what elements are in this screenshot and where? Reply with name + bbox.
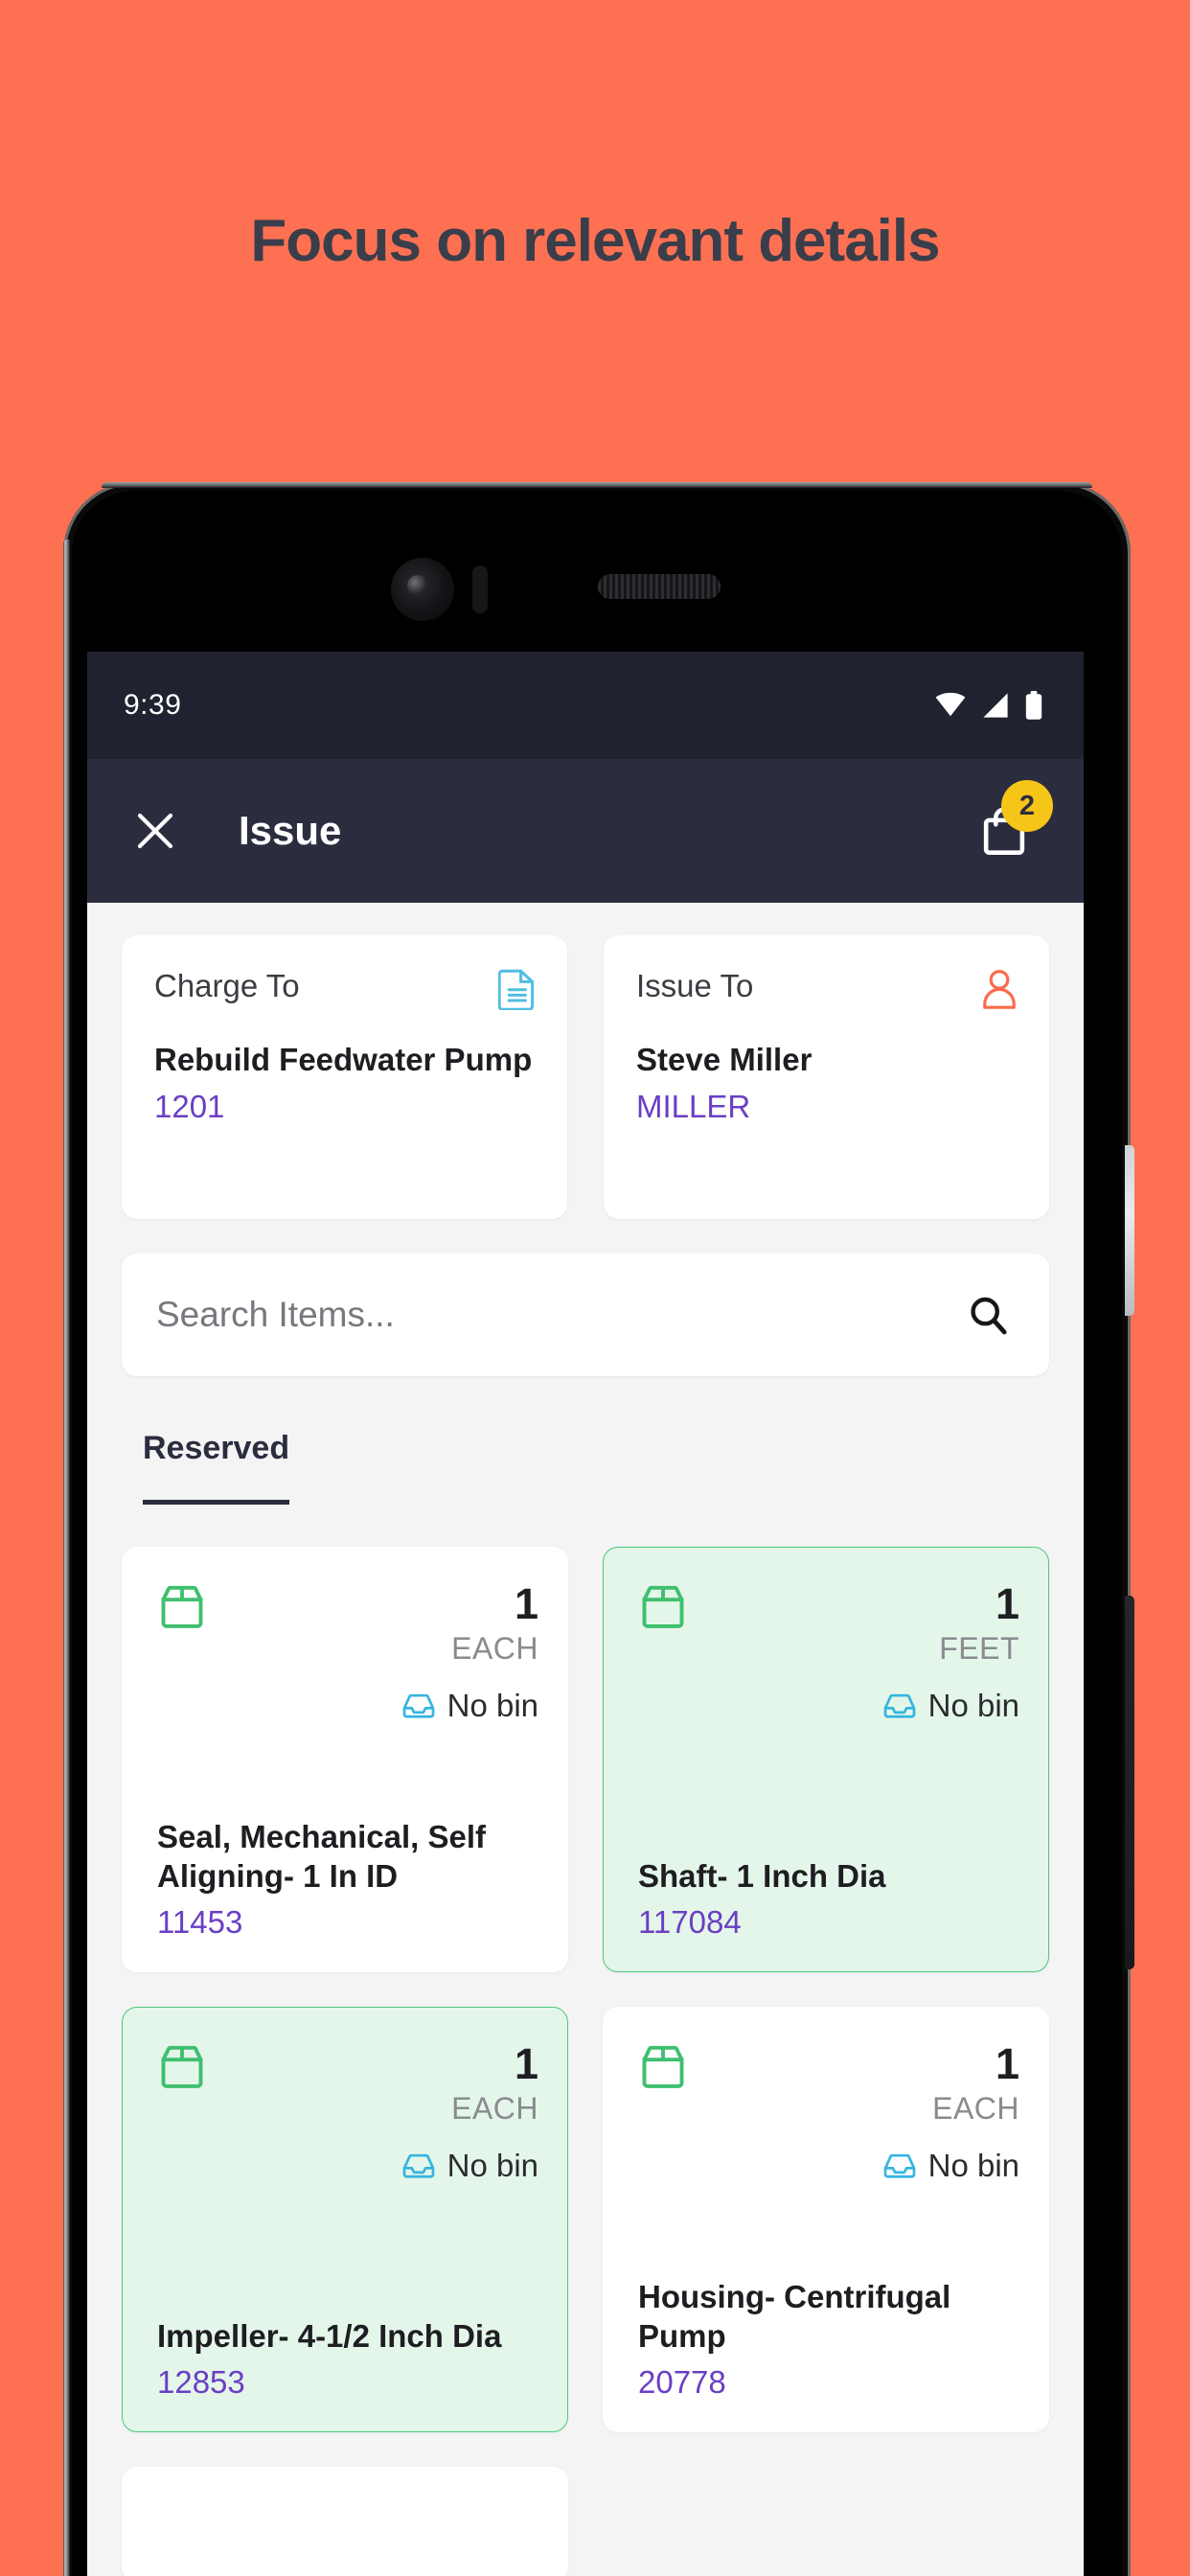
box-icon [161,2045,203,2088]
item-card-header: 1 EACH [157,2042,538,2127]
cart-badge: 2 [1001,780,1053,832]
item-card-header: 1 EACH [157,1582,538,1667]
bin-icon [883,2153,915,2178]
page-title: Focus on relevant details [250,208,940,274]
issue-to-name: Steve Miller [636,1042,812,1077]
item-card[interactable]: 1 FEET No bin Shaft- 1 Inch Dia 117084 [603,1547,1049,1972]
camera-sensor-icon [472,565,488,613]
issue-to-header: Issue To [636,968,1018,1010]
app-bar-title: Issue [239,808,342,853]
screen-content: Charge To Rebuild Feedwater Pump 1201 Is… [87,903,1084,2576]
box-icon [642,1585,684,1628]
charge-to-label: Charge To [154,968,300,1003]
bin-icon [402,2153,434,2178]
charge-to-code: 1201 [154,1089,225,1125]
item-quantity-block: 1 EACH [451,2042,538,2127]
item-quantity-block: 1 EACH [932,2042,1019,2127]
cellular-signal-icon [983,693,1008,718]
item-grid: 1 EACH No bin Seal, Mechanical, Self Ali… [122,1547,1049,2576]
item-spacer [638,1724,1019,1857]
item-name: Impeller- 4-1/2 Inch Dia [157,2318,502,2355]
item-quantity: 1 [995,1579,1019,1628]
document-icon [498,969,535,1010]
battery-icon [1025,691,1042,720]
phone-top-edge [102,482,1092,488]
issue-to-label: Issue To [636,968,754,1003]
phone-screen: 9:39 Issue 2 Charge To Rebuild Feedwater… [87,652,1084,2576]
item-bin-row: No bin [638,2148,1019,2184]
item-name: Shaft- 1 Inch Dia [638,1858,886,1895]
item-bin-row: No bin [638,1688,1019,1724]
close-icon [137,813,173,849]
item-bin-label: No bin [446,1688,538,1723]
item-code: 12853 [157,2364,245,2400]
item-quantity: 1 [995,2039,1019,2088]
item-name: Housing- Centrifugal Pump [638,2279,951,2355]
app-bar: Issue 2 [87,759,1084,903]
phone-power-button[interactable] [1125,1145,1134,1316]
search-icon[interactable] [965,1292,1011,1338]
camera-lens-icon [407,575,428,596]
status-time: 9:39 [124,689,182,721]
tab-reserved[interactable]: Reserved [143,1430,290,1505]
item-card-header: 1 FEET [638,1582,1019,1667]
earpiece-speaker [598,574,721,599]
item-bin-row: No bin [157,1688,538,1724]
item-uom: EACH [451,2091,538,2126]
item-card[interactable]: 1 EACH No bin Seal, Mechanical, Self Ali… [122,1547,568,1972]
item-bin-label: No bin [927,2148,1019,2183]
item-uom: EACH [932,2091,1019,2126]
phone-bezel: 9:39 Issue 2 Charge To Rebuild Feedwater… [72,491,1122,2576]
charge-to-card[interactable]: Charge To Rebuild Feedwater Pump 1201 [122,935,567,1219]
tab-bar: Reserved [122,1430,1049,1505]
charge-to-header: Charge To [154,968,537,1010]
phone-left-edge [63,540,70,2576]
close-button[interactable] [124,799,187,862]
bin-icon [402,1693,434,1718]
search-bar[interactable] [122,1254,1049,1376]
item-spacer [157,1724,538,1818]
item-quantity: 1 [514,2039,538,2088]
item-bin-label: No bin [446,2148,538,2183]
info-card-row: Charge To Rebuild Feedwater Pump 1201 Is… [122,903,1049,1219]
item-uom: EACH [451,1631,538,1666]
item-quantity-block: 1 FEET [939,1582,1019,1667]
item-spacer [157,2184,538,2317]
item-card[interactable]: 1 EACH No bin Housing- Centrifugal Pump … [603,2007,1049,2432]
phone-volume-button[interactable] [1125,1596,1134,1969]
item-name: Seal, Mechanical, Self Aligning- 1 In ID [157,1819,486,1895]
item-bin-label: No bin [927,1688,1019,1723]
item-quantity: 1 [514,1579,538,1628]
box-icon [642,2045,684,2088]
search-input[interactable] [156,1295,965,1335]
wifi-icon [935,692,966,717]
person-icon [983,969,1016,1009]
item-code: 117084 [638,1904,742,1940]
bin-icon [883,1693,915,1718]
item-card[interactable]: 1 EACH No bin Impeller- 4-1/2 Inch Dia 1… [122,2007,568,2432]
item-bin-row: No bin [157,2148,538,2184]
item-uom: FEET [939,1631,1019,1666]
box-icon [161,1585,203,1628]
item-card-header: 1 EACH [638,2042,1019,2127]
status-bar: 9:39 [87,652,1084,759]
item-code: 11453 [157,1904,243,1940]
status-icons [934,691,1043,720]
item-card[interactable] [122,2467,568,2576]
phone-device-frame: 9:39 Issue 2 Charge To Rebuild Feedwater… [63,482,1134,2576]
issue-to-code: MILLER [636,1089,751,1125]
cart-button[interactable]: 2 [967,780,1053,868]
issue-to-card[interactable]: Issue To Steve Miller MILLER [604,935,1049,1219]
item-code: 20778 [638,2364,726,2400]
item-quantity-block: 1 EACH [451,1582,538,1667]
item-spacer [638,2184,1019,2278]
charge-to-name: Rebuild Feedwater Pump [154,1042,533,1077]
